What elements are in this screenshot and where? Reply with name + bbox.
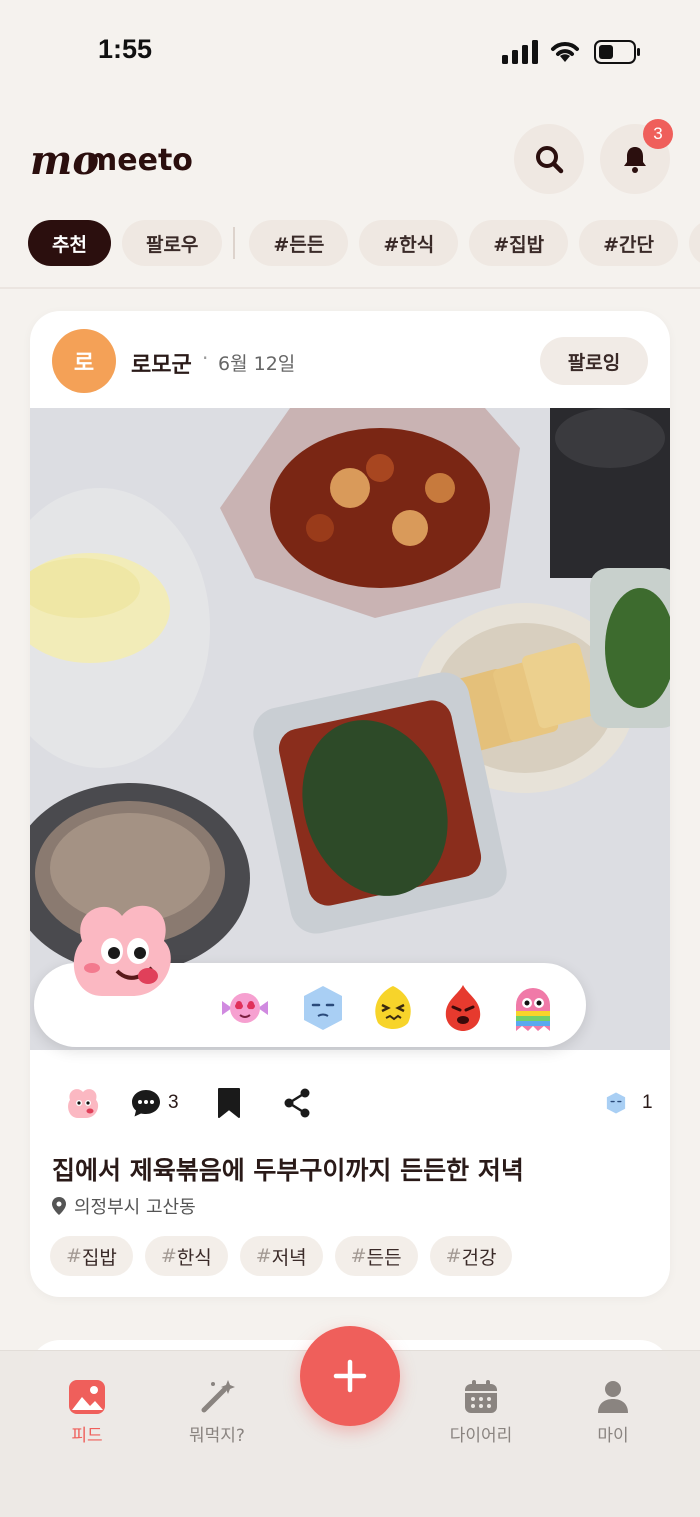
separator-dot: · <box>202 346 209 370</box>
nav-feed[interactable]: 피드 <box>32 1377 142 1446</box>
reaction-count: 1 <box>642 1092 653 1113</box>
comment-icon <box>132 1090 160 1117</box>
post-tag[interactable]: # 든든 <box>334 1236 418 1276</box>
post-title[interactable]: 집에서 제육볶음에 두부구이까지 든든한 저녁 <box>52 1151 524 1187</box>
sleepy-ice-small-icon <box>606 1092 626 1114</box>
heart-eyes-candy-icon[interactable] <box>220 983 270 1033</box>
wifi-icon <box>551 42 579 62</box>
rainbow-ghost-icon[interactable] <box>508 983 558 1033</box>
nav-what-to-eat-label: 뭐먹지? <box>189 1426 245 1446</box>
post-date: 6월 12일 <box>218 353 296 375</box>
share-button[interactable] <box>282 1083 312 1123</box>
header-divider <box>0 287 700 289</box>
following-button[interactable]: 팔로잉 <box>540 337 648 385</box>
nav-diary[interactable]: 다이어리 <box>426 1377 536 1446</box>
bookmark-button[interactable] <box>216 1083 242 1123</box>
username[interactable]: 로모군 <box>131 347 192 379</box>
reaction-summary[interactable]: 1 <box>604 1083 653 1123</box>
chip-tag-partial[interactable] <box>688 220 700 266</box>
angry-fire-icon[interactable] <box>438 983 488 1033</box>
post-card[interactable]: 로 로모군 · 6월 12일 팔로잉 3 1 집에서 제육볶음에 두부구이까지 … <box>30 311 670 1297</box>
nav-my-label: 마이 <box>597 1426 629 1446</box>
comment-count: 3 <box>168 1092 179 1113</box>
svg-text:meeto: meeto <box>86 143 193 178</box>
post-tag[interactable]: # 건강 <box>429 1236 513 1276</box>
share-icon <box>284 1088 310 1118</box>
sleepy-ice-icon[interactable] <box>298 983 348 1033</box>
status-bar: 1:55 <box>0 0 700 100</box>
chip-tag[interactable]: #간단 <box>579 220 678 266</box>
comment-button[interactable]: 3 <box>130 1083 179 1123</box>
bell-icon <box>624 147 646 173</box>
nav-diary-label: 다이어리 <box>449 1426 513 1446</box>
mascot-yummy-icon[interactable] <box>62 896 182 1006</box>
avatar[interactable]: 로 <box>52 329 116 393</box>
status-time: 1:55 <box>98 34 153 64</box>
location-label: 의정부시 고산동 <box>74 1197 196 1218</box>
chip-following[interactable]: 팔로우 <box>121 220 223 266</box>
chip-tag[interactable]: #든든 <box>249 220 349 266</box>
image-icon <box>69 1380 105 1414</box>
mascot-face-icon <box>68 1089 99 1118</box>
squint-lemon-icon[interactable] <box>368 983 418 1033</box>
chip-divider <box>233 227 236 259</box>
post-tag[interactable]: # 집밥 <box>50 1236 133 1276</box>
notification-badge: 3 <box>643 119 673 149</box>
chip-tag[interactable]: #집밥 <box>469 220 569 266</box>
add-post-button[interactable] <box>300 1326 400 1426</box>
search-button[interactable] <box>514 124 584 194</box>
location-pin-icon <box>52 1197 66 1215</box>
notifications-button[interactable]: 3 <box>600 119 673 194</box>
post-tags: # 집밥 # 한식 # 저녁 # 든든 # 건강 <box>50 1236 524 1276</box>
chip-tag[interactable]: #한식 <box>359 220 459 266</box>
signal-icon <box>502 40 538 64</box>
person-icon <box>598 1381 628 1413</box>
bookmark-icon <box>218 1088 240 1118</box>
post-tag[interactable]: # 한식 <box>144 1236 228 1276</box>
momeeto-logo[interactable]: mo meeto <box>28 130 198 186</box>
battery-icon <box>594 40 640 64</box>
nav-what-to-eat[interactable]: 뭐먹지? <box>162 1377 272 1446</box>
post-location[interactable]: 의정부시 고산동 <box>52 1193 196 1219</box>
mascot-reaction-button[interactable] <box>64 1083 102 1123</box>
chip-recommended[interactable]: 추천 <box>28 220 111 266</box>
post-tag[interactable]: # 저녁 <box>239 1236 323 1276</box>
category-chips: 추천 팔로우 #든든 #한식 #집밥 #간단 <box>28 220 700 268</box>
nav-my[interactable]: 마이 <box>558 1377 668 1446</box>
magic-wand-icon <box>201 1380 235 1413</box>
calendar-icon <box>465 1380 497 1413</box>
post-actions: 3 1 <box>30 1083 670 1123</box>
search-icon <box>536 146 564 174</box>
plus-icon <box>333 1359 367 1393</box>
nav-feed-label: 피드 <box>71 1426 103 1446</box>
